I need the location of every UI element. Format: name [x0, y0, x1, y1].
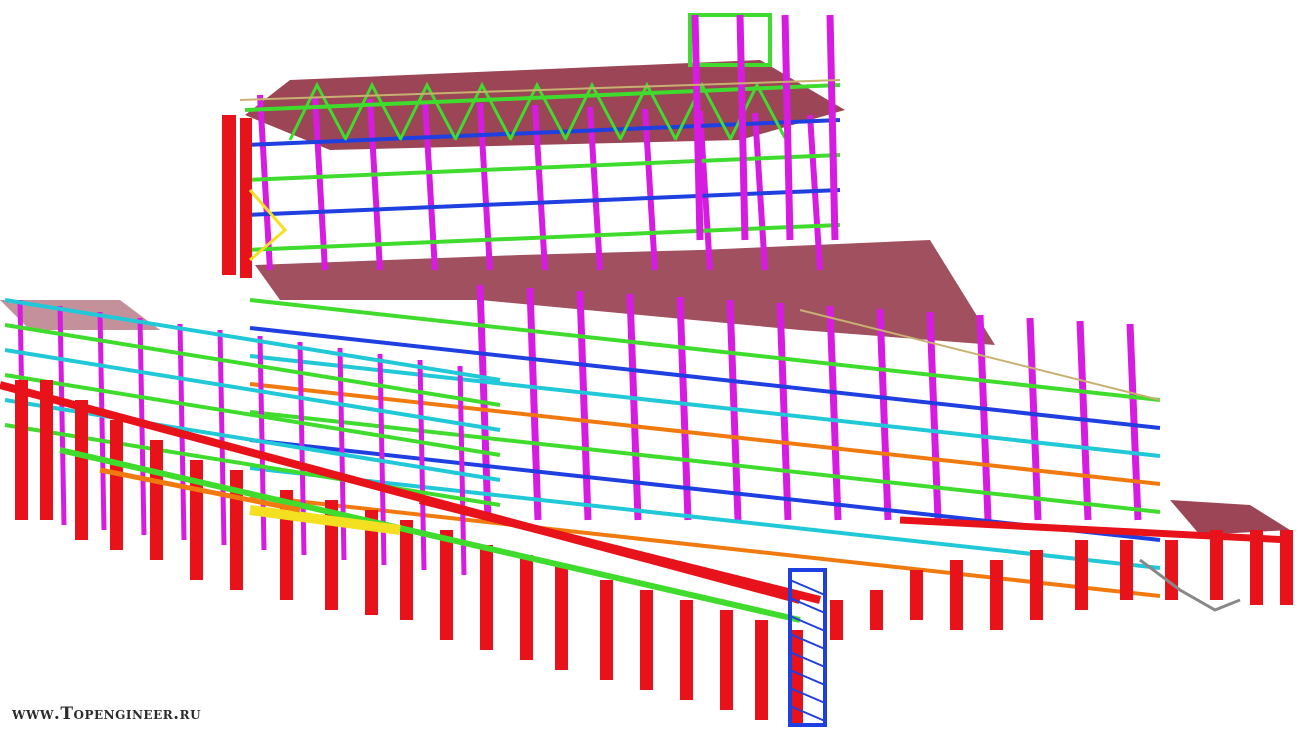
red-column: [755, 620, 768, 720]
red-column: [1075, 540, 1088, 610]
left-beam: [4, 298, 501, 382]
steel-structure-3d-model: [0, 13, 1293, 727]
red-column: [680, 600, 693, 700]
red-column: [720, 610, 733, 710]
red-column: [150, 440, 163, 560]
right-roof-deck: [1170, 500, 1290, 535]
left-column: [97, 311, 107, 531]
red-column: [910, 570, 923, 620]
watermark-text: www.Topengineer.ru: [12, 704, 202, 724]
red-column: [600, 580, 613, 680]
mid-beam: [249, 382, 1161, 486]
mid-column: [826, 305, 842, 521]
stair-flight: [789, 615, 826, 632]
mid-column: [576, 290, 592, 521]
left-beam: [4, 323, 501, 407]
tower-column: [781, 14, 794, 241]
red-column: [400, 520, 413, 620]
middle-frame: [4, 284, 1161, 598]
red-column: [520, 555, 533, 660]
red-column: [555, 565, 568, 670]
mid-beam: [249, 466, 1161, 570]
red-column: [1030, 550, 1043, 620]
tower-column: [736, 14, 749, 241]
red-column: [870, 590, 883, 630]
upper-frame: [222, 13, 841, 278]
mid-column: [526, 287, 542, 521]
mid-column: [1126, 323, 1142, 521]
mid-column: [776, 302, 792, 521]
mid-column: [876, 308, 892, 521]
red-column: [830, 600, 843, 640]
mid-column: [626, 293, 642, 521]
upper-red-column: [222, 115, 236, 275]
tower-top-frame: [688, 13, 772, 67]
red-column: [1120, 540, 1133, 600]
tower-column: [826, 14, 839, 241]
red-column: [1165, 540, 1178, 600]
mid-beam: [249, 494, 1161, 598]
upper-beam: [244, 153, 841, 182]
red-column: [480, 545, 493, 650]
red-column: [1210, 530, 1223, 600]
mid-column: [1026, 317, 1042, 521]
red-column: [440, 530, 453, 640]
mid-beam: [249, 354, 1161, 458]
red-column: [15, 380, 28, 520]
red-column: [75, 400, 88, 540]
red-column: [110, 420, 123, 550]
red-column: [640, 590, 653, 690]
red-column: [990, 560, 1003, 630]
mid-column: [976, 314, 992, 521]
tower-column: [691, 14, 704, 241]
left-column: [57, 305, 67, 526]
red-column: [950, 560, 963, 630]
upper-red-column: [240, 118, 252, 278]
